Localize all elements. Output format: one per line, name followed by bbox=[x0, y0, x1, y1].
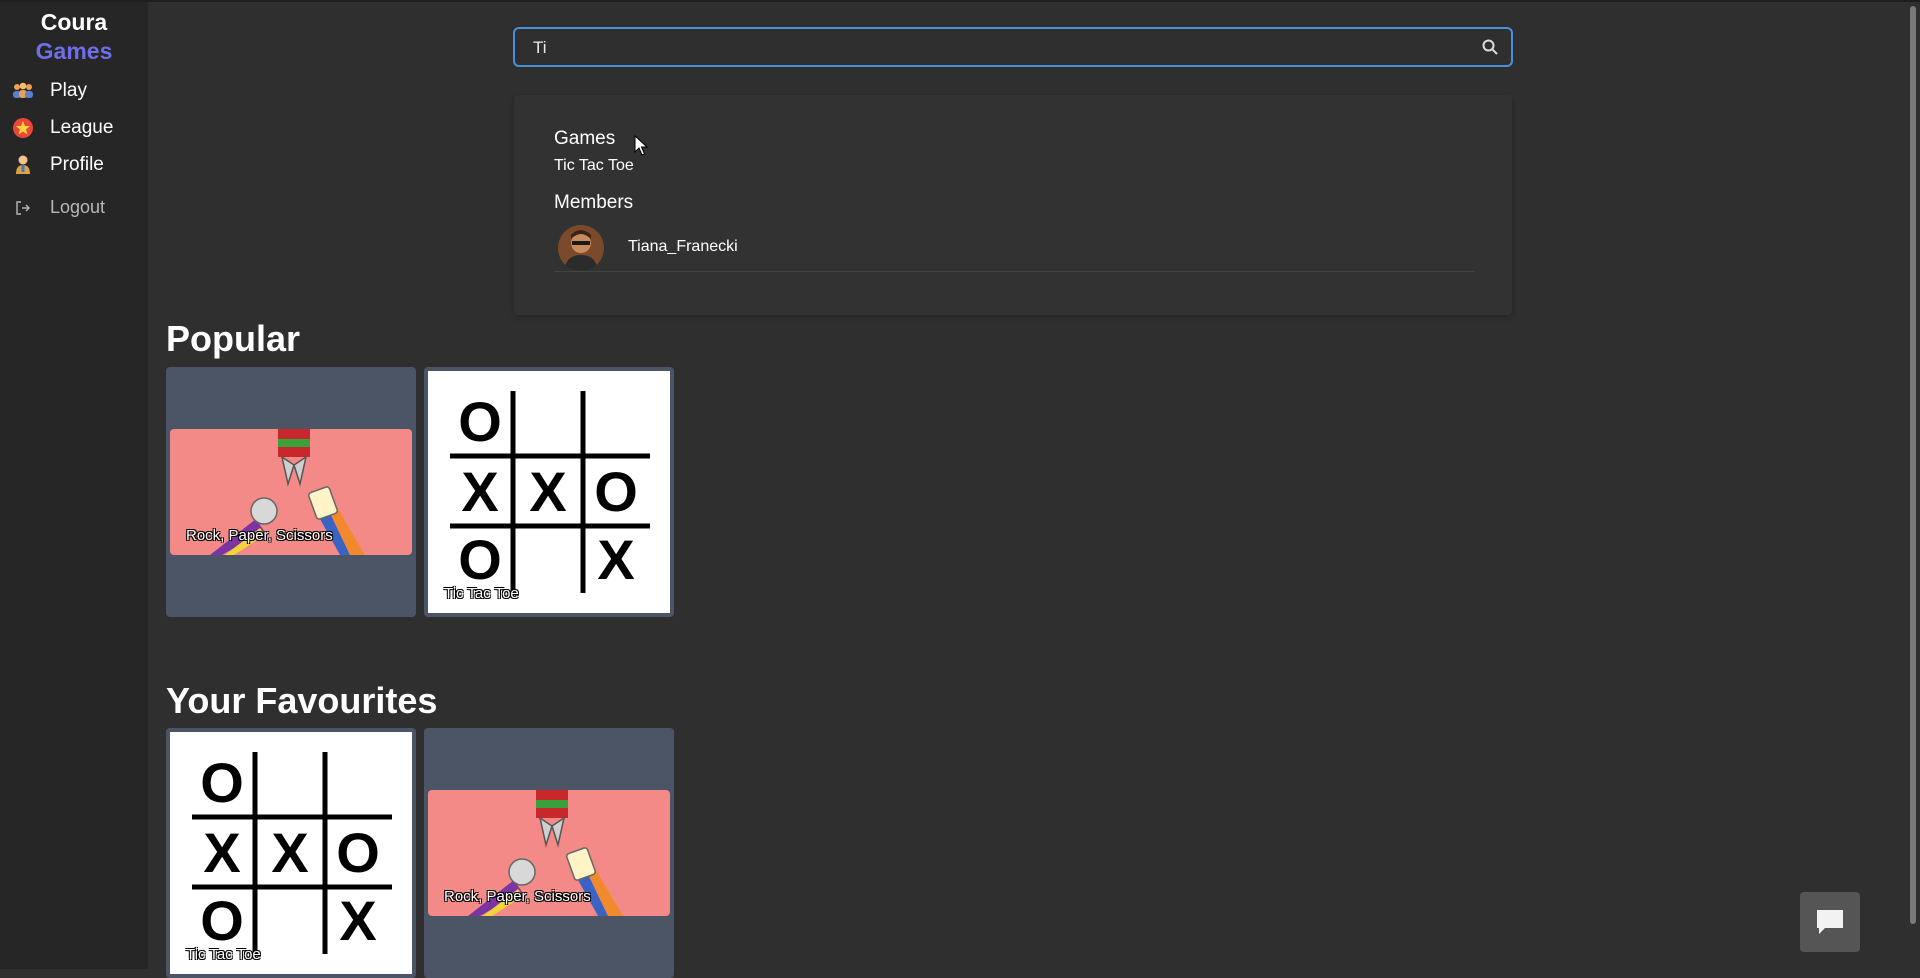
tic-tac-toe-image: OXXOOX bbox=[170, 732, 412, 974]
sidebar-item-play[interactable]: Play bbox=[0, 72, 148, 109]
scrollbar[interactable] bbox=[1904, 2, 1920, 969]
x-mark: X bbox=[339, 889, 376, 952]
search-box[interactable] bbox=[513, 27, 1513, 67]
people-icon bbox=[12, 80, 34, 102]
person-icon bbox=[12, 154, 34, 176]
x-mark: X bbox=[271, 821, 308, 884]
o-mark: O bbox=[200, 751, 244, 814]
game-card-title: Tic Tac Toe bbox=[186, 946, 261, 963]
sidebar-item-profile[interactable]: Profile bbox=[0, 146, 148, 183]
x-mark: X bbox=[597, 528, 634, 591]
search-input[interactable] bbox=[531, 29, 1475, 67]
sidebar-item-label: League bbox=[50, 116, 114, 138]
sidebar-item-label: Play bbox=[50, 79, 87, 101]
top-border bbox=[0, 0, 1920, 2]
search-icon[interactable] bbox=[1481, 38, 1499, 56]
brand-logo[interactable]: Coura Games bbox=[0, 8, 148, 66]
game-card-title: Tic Tac Toe bbox=[444, 585, 519, 602]
brand-line-1: Coura bbox=[40, 9, 108, 35]
star-badge-icon bbox=[12, 117, 34, 139]
tic-tac-toe-image: OXXOOX bbox=[428, 371, 670, 613]
x-mark: X bbox=[461, 460, 498, 523]
o-mark: O bbox=[594, 460, 638, 523]
game-card-rock-paper-scissors[interactable]: Rock, Paper, Scissors bbox=[424, 728, 674, 978]
brand-line-2: Games bbox=[35, 38, 113, 64]
results-members-heading: Members bbox=[554, 192, 634, 213]
o-mark: O bbox=[336, 821, 380, 884]
sidebar: Coura Games Play League Profile Logout bbox=[0, 2, 148, 969]
logout-icon bbox=[12, 197, 34, 219]
logout-label: Logout bbox=[50, 197, 106, 217]
popular-section-title: Popular bbox=[166, 318, 301, 359]
game-card-title: Rock, Paper, Scissors bbox=[444, 888, 591, 905]
o-mark: O bbox=[458, 390, 502, 453]
avatar bbox=[558, 225, 604, 271]
mouse-cursor-icon bbox=[634, 135, 648, 156]
search-results-dropdown: Games Tic Tac Toe Members Tiana_Franecki bbox=[514, 95, 1512, 315]
chat-button[interactable] bbox=[1800, 892, 1860, 952]
scrollbar-thumb[interactable] bbox=[1910, 6, 1916, 924]
chat-bubble-icon bbox=[1817, 910, 1843, 934]
member-name: Tiana_Franecki bbox=[628, 238, 738, 255]
game-card-rock-paper-scissors[interactable]: Rock, Paper, Scissors bbox=[166, 367, 416, 617]
logout-button[interactable]: Logout bbox=[0, 189, 148, 226]
game-card-tic-tac-toe[interactable]: OXXOOX Tic Tac Toe bbox=[166, 728, 416, 978]
game-card-title: Rock, Paper, Scissors bbox=[186, 527, 333, 544]
results-games-heading: Games bbox=[554, 128, 616, 149]
result-game-item[interactable]: Tic Tac Toe bbox=[554, 157, 634, 175]
sidebar-item-league[interactable]: League bbox=[0, 109, 148, 146]
x-mark: X bbox=[529, 460, 566, 523]
o-mark: O bbox=[458, 528, 502, 591]
o-mark: O bbox=[200, 889, 244, 952]
sidebar-item-label: Profile bbox=[50, 153, 104, 175]
x-mark: X bbox=[203, 821, 240, 884]
result-member-item[interactable]: Tiana_Franecki bbox=[554, 221, 1474, 272]
game-card-tic-tac-toe[interactable]: OXXOOX Tic Tac Toe bbox=[424, 367, 674, 617]
favourites-section-title: Your Favourites bbox=[166, 680, 438, 721]
